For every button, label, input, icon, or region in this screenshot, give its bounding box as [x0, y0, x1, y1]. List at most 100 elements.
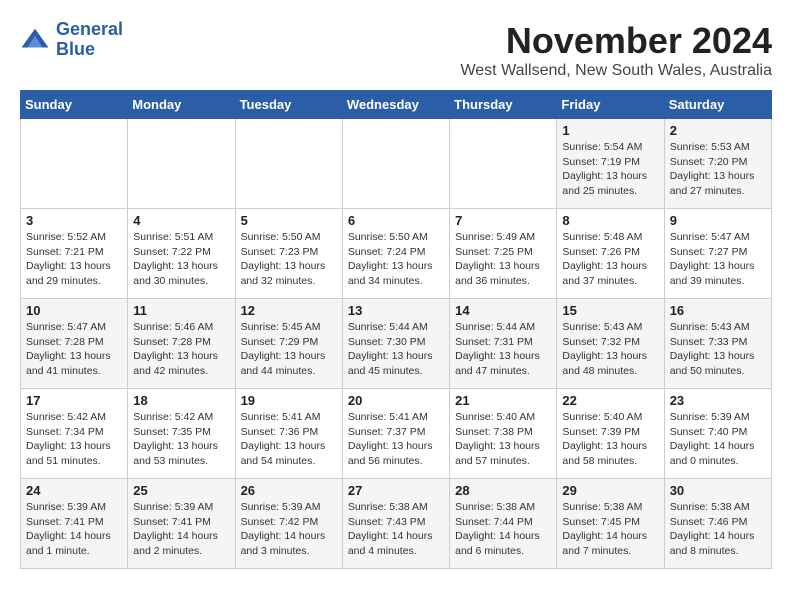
calendar-cell: 13 Sunrise: 5:44 AM Sunset: 7:30 PM Dayli… — [342, 299, 449, 389]
page-header: General Blue November 2024 West Wallsend… — [20, 20, 772, 80]
day-info: Sunrise: 5:39 AM Sunset: 7:42 PM Dayligh… — [241, 500, 337, 559]
day-number: 21 — [455, 393, 551, 408]
header-thursday: Thursday — [450, 91, 557, 119]
day-info: Sunrise: 5:43 AM Sunset: 7:33 PM Dayligh… — [670, 320, 766, 379]
calendar-cell: 30Sunrise: 5:38 AM Sunset: 7:46 PM Dayli… — [664, 479, 771, 569]
calendar-cell: 11Sunrise: 5:46 AM Sunset: 7:28 PM Dayli… — [128, 299, 235, 389]
calendar-cell: 9Sunrise: 5:47 AM Sunset: 7:27 PM Daylig… — [664, 209, 771, 299]
day-info: Sunrise: 5:40 AM Sunset: 7:38 PM Dayligh… — [455, 410, 551, 469]
calendar-cell: 12 Sunrise: 5:45 AM Sunset: 7:29 PM Dayli… — [235, 299, 342, 389]
day-number: 9 — [670, 213, 766, 228]
header-sunday: Sunday — [21, 91, 128, 119]
day-number: 4 — [133, 213, 229, 228]
calendar-cell: 2Sunrise: 5:53 AM Sunset: 7:20 PM Daylig… — [664, 119, 771, 209]
day-number: 27 — [348, 483, 444, 498]
day-info: Sunrise: 5:39 AM Sunset: 7:41 PM Dayligh… — [26, 500, 122, 559]
day-number: 1 — [562, 123, 658, 138]
day-number: 10 — [26, 303, 122, 318]
day-number: 7 — [455, 213, 551, 228]
day-info: Sunrise: 5:39 AM Sunset: 7:41 PM Dayligh… — [133, 500, 229, 559]
calendar-cell: 15Sunrise: 5:43 AM Sunset: 7:32 PM Dayli… — [557, 299, 664, 389]
calendar-cell: 26 Sunrise: 5:39 AM Sunset: 7:42 PM Dayli… — [235, 479, 342, 569]
day-info: Sunrise: 5:52 AM Sunset: 7:21 PM Dayligh… — [26, 230, 122, 289]
day-number: 14 — [455, 303, 551, 318]
day-info: Sunrise: 5:38 AM Sunset: 7:44 PM Dayligh… — [455, 500, 551, 559]
calendar-cell: 6 Sunrise: 5:50 AM Sunset: 7:24 PM Daylig… — [342, 209, 449, 299]
day-info: Sunrise: 5:50 AM Sunset: 7:24 PM Dayligh… — [348, 230, 444, 289]
calendar-cell: 27 Sunrise: 5:38 AM Sunset: 7:43 PM Dayli… — [342, 479, 449, 569]
logo-line1: General — [56, 19, 123, 39]
calendar-cell: 18 Sunrise: 5:42 AM Sunset: 7:35 PM Dayli… — [128, 389, 235, 479]
day-number: 13 — [348, 303, 444, 318]
calendar-cell: 22 Sunrise: 5:40 AM Sunset: 7:39 PM Dayli… — [557, 389, 664, 479]
day-info: Sunrise: 5:44 AM Sunset: 7:30 PM Dayligh… — [348, 320, 444, 379]
day-number: 6 — [348, 213, 444, 228]
day-info: Sunrise: 5:38 AM Sunset: 7:43 PM Dayligh… — [348, 500, 444, 559]
calendar-cell: 29 Sunrise: 5:38 AM Sunset: 7:45 PM Dayli… — [557, 479, 664, 569]
calendar-cell: 4 Sunrise: 5:51 AM Sunset: 7:22 PM Daylig… — [128, 209, 235, 299]
calendar-cell: 20 Sunrise: 5:41 AM Sunset: 7:37 PM Dayli… — [342, 389, 449, 479]
calendar-cell — [128, 119, 235, 209]
day-number: 15 — [562, 303, 658, 318]
day-number: 26 — [241, 483, 337, 498]
day-number: 8 — [562, 213, 658, 228]
day-number: 19 — [241, 393, 337, 408]
day-number: 2 — [670, 123, 766, 138]
logo-line2: Blue — [56, 39, 95, 59]
day-info: Sunrise: 5:44 AM Sunset: 7:31 PM Dayligh… — [455, 320, 551, 379]
day-number: 22 — [562, 393, 658, 408]
calendar-table: SundayMondayTuesdayWednesdayThursdayFrid… — [20, 90, 772, 569]
header-saturday: Saturday — [664, 91, 771, 119]
calendar-cell — [21, 119, 128, 209]
header-wednesday: Wednesday — [342, 91, 449, 119]
day-info: Sunrise: 5:42 AM Sunset: 7:34 PM Dayligh… — [26, 410, 122, 469]
day-info: Sunrise: 5:54 AM Sunset: 7:19 PM Dayligh… — [562, 140, 658, 199]
day-number: 12 — [241, 303, 337, 318]
week-row-4: 17 Sunrise: 5:42 AM Sunset: 7:34 PM Dayli… — [21, 389, 772, 479]
header-tuesday: Tuesday — [235, 91, 342, 119]
calendar-cell: 24 Sunrise: 5:39 AM Sunset: 7:41 PM Dayli… — [21, 479, 128, 569]
calendar-cell: 7 Sunrise: 5:49 AM Sunset: 7:25 PM Daylig… — [450, 209, 557, 299]
day-number: 30 — [670, 483, 766, 498]
day-number: 18 — [133, 393, 229, 408]
location: West Wallsend, New South Wales, Australi… — [460, 62, 772, 80]
day-number: 11 — [133, 303, 229, 318]
calendar-cell — [450, 119, 557, 209]
day-number: 25 — [133, 483, 229, 498]
calendar-cell — [235, 119, 342, 209]
calendar-cell: 21 Sunrise: 5:40 AM Sunset: 7:38 PM Dayli… — [450, 389, 557, 479]
day-info: Sunrise: 5:51 AM Sunset: 7:22 PM Dayligh… — [133, 230, 229, 289]
day-number: 16 — [670, 303, 766, 318]
day-info: Sunrise: 5:41 AM Sunset: 7:37 PM Dayligh… — [348, 410, 444, 469]
week-row-3: 10 Sunrise: 5:47 AM Sunset: 7:28 PM Dayli… — [21, 299, 772, 389]
day-info: Sunrise: 5:39 AM Sunset: 7:40 PM Dayligh… — [670, 410, 766, 469]
calendar-cell: 3Sunrise: 5:52 AM Sunset: 7:21 PM Daylig… — [21, 209, 128, 299]
calendar-cell: 1 Sunrise: 5:54 AM Sunset: 7:19 PM Daylig… — [557, 119, 664, 209]
week-row-2: 3Sunrise: 5:52 AM Sunset: 7:21 PM Daylig… — [21, 209, 772, 299]
day-info: Sunrise: 5:45 AM Sunset: 7:29 PM Dayligh… — [241, 320, 337, 379]
logo: General Blue — [20, 20, 123, 60]
calendar-cell: 16 Sunrise: 5:43 AM Sunset: 7:33 PM Dayli… — [664, 299, 771, 389]
day-info: Sunrise: 5:48 AM Sunset: 7:26 PM Dayligh… — [562, 230, 658, 289]
calendar-cell: 5 Sunrise: 5:50 AM Sunset: 7:23 PM Daylig… — [235, 209, 342, 299]
logo-icon — [20, 25, 50, 55]
header-friday: Friday — [557, 91, 664, 119]
day-number: 5 — [241, 213, 337, 228]
calendar-cell: 28Sunrise: 5:38 AM Sunset: 7:44 PM Dayli… — [450, 479, 557, 569]
calendar-cell: 8 Sunrise: 5:48 AM Sunset: 7:26 PM Daylig… — [557, 209, 664, 299]
day-info: Sunrise: 5:38 AM Sunset: 7:45 PM Dayligh… — [562, 500, 658, 559]
calendar-cell: 17 Sunrise: 5:42 AM Sunset: 7:34 PM Dayli… — [21, 389, 128, 479]
day-info: Sunrise: 5:42 AM Sunset: 7:35 PM Dayligh… — [133, 410, 229, 469]
day-info: Sunrise: 5:50 AM Sunset: 7:23 PM Dayligh… — [241, 230, 337, 289]
calendar-cell: 19Sunrise: 5:41 AM Sunset: 7:36 PM Dayli… — [235, 389, 342, 479]
day-number: 20 — [348, 393, 444, 408]
day-number: 23 — [670, 393, 766, 408]
day-number: 24 — [26, 483, 122, 498]
week-row-1: 1 Sunrise: 5:54 AM Sunset: 7:19 PM Daylig… — [21, 119, 772, 209]
week-row-5: 24 Sunrise: 5:39 AM Sunset: 7:41 PM Dayli… — [21, 479, 772, 569]
day-info: Sunrise: 5:47 AM Sunset: 7:28 PM Dayligh… — [26, 320, 122, 379]
day-number: 29 — [562, 483, 658, 498]
day-info: Sunrise: 5:49 AM Sunset: 7:25 PM Dayligh… — [455, 230, 551, 289]
day-info: Sunrise: 5:40 AM Sunset: 7:39 PM Dayligh… — [562, 410, 658, 469]
day-number: 17 — [26, 393, 122, 408]
